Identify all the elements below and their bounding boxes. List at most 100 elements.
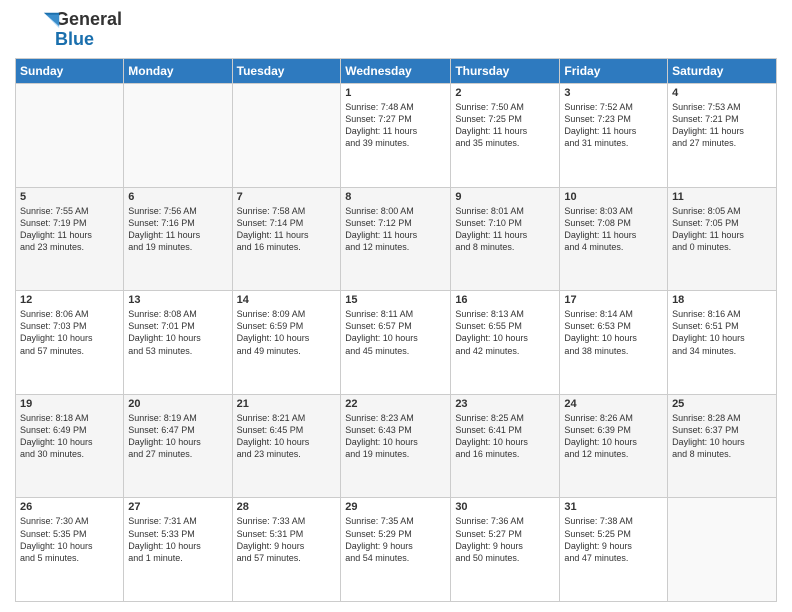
day-number: 27 — [128, 501, 227, 513]
table-row: 19 Sunrise: 8:18 AM Sunset: 6:49 PM Dayli… — [16, 394, 124, 498]
table-row: 5 Sunrise: 7:55 AM Sunset: 7:19 PM Daylig… — [16, 187, 124, 291]
day-number: 17 — [564, 294, 663, 306]
table-row: 22 Sunrise: 8:23 AM Sunset: 6:43 PM Dayli… — [341, 394, 451, 498]
day-number: 5 — [20, 191, 119, 203]
day-info: Sunrise: 7:52 AM Sunset: 7:23 PM Dayligh… — [564, 101, 663, 150]
table-row — [16, 84, 124, 188]
table-row: 23Sunrise: 8:25 AM Sunset: 6:41 PM Dayli… — [451, 394, 560, 498]
day-number: 22 — [345, 398, 446, 410]
table-row: 26 Sunrise: 7:30 AM Sunset: 5:35 PM Dayli… — [16, 498, 124, 602]
day-info: Sunrise: 8:01 AM Sunset: 7:10 PM Dayligh… — [455, 205, 555, 254]
table-row: 12 Sunrise: 8:06 AM Sunset: 7:03 PM Dayli… — [16, 291, 124, 395]
day-number: 13 — [128, 294, 227, 306]
header: General Blue — [15, 10, 777, 50]
calendar-week-row: 26 Sunrise: 7:30 AM Sunset: 5:35 PM Dayli… — [16, 498, 777, 602]
table-row: 21 Sunrise: 8:21 AM Sunset: 6:45 PM Dayli… — [232, 394, 341, 498]
day-info: Sunrise: 7:53 AM Sunset: 7:21 PM Dayligh… — [672, 101, 772, 150]
day-info: Sunrise: 8:19 AM Sunset: 6:47 PM Dayligh… — [128, 412, 227, 461]
table-row: 2 Sunrise: 7:50 AM Sunset: 7:25 PM Daylig… — [451, 84, 560, 188]
col-sunday: Sunday — [16, 59, 124, 84]
page: General Blue Sunday Monday Tuesday Wedne… — [0, 0, 792, 612]
day-number: 8 — [345, 191, 446, 203]
day-info: Sunrise: 8:23 AM Sunset: 6:43 PM Dayligh… — [345, 412, 446, 461]
day-number: 1 — [345, 87, 446, 99]
table-row — [124, 84, 232, 188]
day-number: 20 — [128, 398, 227, 410]
table-row: 29 Sunrise: 7:35 AM Sunset: 5:29 PM Dayli… — [341, 498, 451, 602]
day-info: Sunrise: 8:05 AM Sunset: 7:05 PM Dayligh… — [672, 205, 772, 254]
table-row: 13 Sunrise: 8:08 AM Sunset: 7:01 PM Dayli… — [124, 291, 232, 395]
table-row: 14 Sunrise: 8:09 AM Sunset: 6:59 PM Dayli… — [232, 291, 341, 395]
table-row — [232, 84, 341, 188]
logo: General Blue — [15, 10, 122, 50]
table-row: 10Sunrise: 8:03 AM Sunset: 7:08 PM Dayli… — [560, 187, 668, 291]
table-row — [668, 498, 777, 602]
table-row: 18Sunrise: 8:16 AM Sunset: 6:51 PM Dayli… — [668, 291, 777, 395]
day-info: Sunrise: 8:08 AM Sunset: 7:01 PM Dayligh… — [128, 308, 227, 357]
table-row: 15 Sunrise: 8:11 AM Sunset: 6:57 PM Dayli… — [341, 291, 451, 395]
table-row: 25Sunrise: 8:28 AM Sunset: 6:37 PM Dayli… — [668, 394, 777, 498]
day-info: Sunrise: 7:30 AM Sunset: 5:35 PM Dayligh… — [20, 515, 119, 564]
table-row: 8 Sunrise: 8:00 AM Sunset: 7:12 PM Daylig… — [341, 187, 451, 291]
day-number: 12 — [20, 294, 119, 306]
col-wednesday: Wednesday — [341, 59, 451, 84]
day-info: Sunrise: 7:50 AM Sunset: 7:25 PM Dayligh… — [455, 101, 555, 150]
day-number: 7 — [237, 191, 337, 203]
calendar-week-row: 12 Sunrise: 8:06 AM Sunset: 7:03 PM Dayli… — [16, 291, 777, 395]
calendar-week-row: 1 Sunrise: 7:48 AM Sunset: 7:27 PM Daylig… — [16, 84, 777, 188]
calendar-table: Sunday Monday Tuesday Wednesday Thursday… — [15, 58, 777, 602]
table-row: 24 Sunrise: 8:26 AM Sunset: 6:39 PM Dayli… — [560, 394, 668, 498]
day-info: Sunrise: 8:26 AM Sunset: 6:39 PM Dayligh… — [564, 412, 663, 461]
table-row: 31 Sunrise: 7:38 AM Sunset: 5:25 PM Dayli… — [560, 498, 668, 602]
day-number: 9 — [455, 191, 555, 203]
day-info: Sunrise: 8:06 AM Sunset: 7:03 PM Dayligh… — [20, 308, 119, 357]
day-info: Sunrise: 7:58 AM Sunset: 7:14 PM Dayligh… — [237, 205, 337, 254]
day-info: Sunrise: 7:36 AM Sunset: 5:27 PM Dayligh… — [455, 515, 555, 564]
col-friday: Friday — [560, 59, 668, 84]
calendar-week-row: 5 Sunrise: 7:55 AM Sunset: 7:19 PM Daylig… — [16, 187, 777, 291]
table-row: 11 Sunrise: 8:05 AM Sunset: 7:05 PM Dayli… — [668, 187, 777, 291]
col-thursday: Thursday — [451, 59, 560, 84]
table-row: 30Sunrise: 7:36 AM Sunset: 5:27 PM Dayli… — [451, 498, 560, 602]
day-info: Sunrise: 8:14 AM Sunset: 6:53 PM Dayligh… — [564, 308, 663, 357]
day-info: Sunrise: 7:31 AM Sunset: 5:33 PM Dayligh… — [128, 515, 227, 564]
day-info: Sunrise: 8:09 AM Sunset: 6:59 PM Dayligh… — [237, 308, 337, 357]
day-info: Sunrise: 8:18 AM Sunset: 6:49 PM Dayligh… — [20, 412, 119, 461]
col-saturday: Saturday — [668, 59, 777, 84]
logo-general: General — [55, 9, 122, 29]
table-row: 6Sunrise: 7:56 AM Sunset: 7:16 PM Daylig… — [124, 187, 232, 291]
table-row: 1 Sunrise: 7:48 AM Sunset: 7:27 PM Daylig… — [341, 84, 451, 188]
calendar-week-row: 19 Sunrise: 8:18 AM Sunset: 6:49 PM Dayli… — [16, 394, 777, 498]
table-row: 3Sunrise: 7:52 AM Sunset: 7:23 PM Daylig… — [560, 84, 668, 188]
day-number: 11 — [672, 191, 772, 203]
day-number: 24 — [564, 398, 663, 410]
day-info: Sunrise: 8:21 AM Sunset: 6:45 PM Dayligh… — [237, 412, 337, 461]
day-number: 10 — [564, 191, 663, 203]
table-row: 16Sunrise: 8:13 AM Sunset: 6:55 PM Dayli… — [451, 291, 560, 395]
day-info: Sunrise: 7:38 AM Sunset: 5:25 PM Dayligh… — [564, 515, 663, 564]
day-info: Sunrise: 7:55 AM Sunset: 7:19 PM Dayligh… — [20, 205, 119, 254]
day-number: 2 — [455, 87, 555, 99]
day-number: 14 — [237, 294, 337, 306]
col-monday: Monday — [124, 59, 232, 84]
table-row: 20 Sunrise: 8:19 AM Sunset: 6:47 PM Dayli… — [124, 394, 232, 498]
table-row: 28Sunrise: 7:33 AM Sunset: 5:31 PM Dayli… — [232, 498, 341, 602]
day-number: 29 — [345, 501, 446, 513]
day-number: 15 — [345, 294, 446, 306]
day-info: Sunrise: 8:11 AM Sunset: 6:57 PM Dayligh… — [345, 308, 446, 357]
day-number: 26 — [20, 501, 119, 513]
day-number: 19 — [20, 398, 119, 410]
day-number: 18 — [672, 294, 772, 306]
table-row: 27 Sunrise: 7:31 AM Sunset: 5:33 PM Dayli… — [124, 498, 232, 602]
day-number: 31 — [564, 501, 663, 513]
day-info: Sunrise: 7:48 AM Sunset: 7:27 PM Dayligh… — [345, 101, 446, 150]
table-row: 9 Sunrise: 8:01 AM Sunset: 7:10 PM Daylig… — [451, 187, 560, 291]
day-info: Sunrise: 8:00 AM Sunset: 7:12 PM Dayligh… — [345, 205, 446, 254]
day-info: Sunrise: 7:33 AM Sunset: 5:31 PM Dayligh… — [237, 515, 337, 564]
day-number: 21 — [237, 398, 337, 410]
table-row: 4Sunrise: 7:53 AM Sunset: 7:21 PM Daylig… — [668, 84, 777, 188]
table-row: 17 Sunrise: 8:14 AM Sunset: 6:53 PM Dayli… — [560, 291, 668, 395]
day-info: Sunrise: 7:35 AM Sunset: 5:29 PM Dayligh… — [345, 515, 446, 564]
day-info: Sunrise: 8:25 AM Sunset: 6:41 PM Dayligh… — [455, 412, 555, 461]
calendar-header-row: Sunday Monday Tuesday Wednesday Thursday… — [16, 59, 777, 84]
